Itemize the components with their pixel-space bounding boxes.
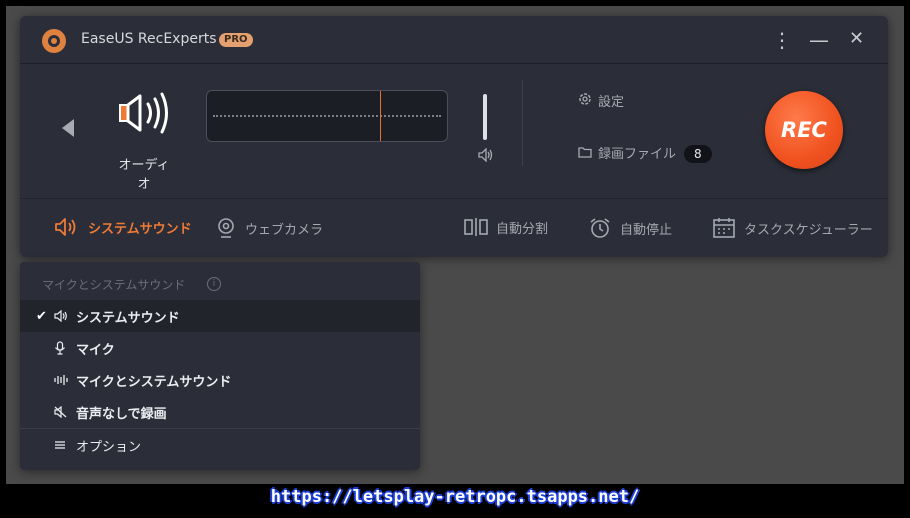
auto-split-label: 自動分割 xyxy=(496,221,549,237)
folder-icon xyxy=(578,146,598,162)
dropdown-item-label: オプション xyxy=(76,439,142,455)
gear-icon xyxy=(578,92,598,110)
system-sound-label: システムサウンド xyxy=(88,221,192,237)
waveform-line xyxy=(213,115,441,117)
calendar-icon xyxy=(713,218,735,238)
volume-icon xyxy=(477,147,495,166)
close-button[interactable]: ✕ xyxy=(849,28,864,49)
watermark-url: https://letsplay-retropc.tsapps.net/ xyxy=(270,487,640,507)
app-title: EaseUS RecExperts xyxy=(81,31,217,47)
dropdown-item-microphone[interactable]: マイク xyxy=(20,332,420,364)
dropdown-item-label: 音声なしで録画 xyxy=(76,406,167,422)
dropdown-item-system-sound[interactable]: ✔ システムサウンド xyxy=(20,300,420,332)
recordings-link[interactable]: 録画ファイル 8 xyxy=(578,143,712,163)
audio-waveform xyxy=(206,90,448,142)
system-sound-button[interactable]: システムサウンド xyxy=(54,217,192,237)
rec-button[interactable]: REC xyxy=(765,91,843,169)
webcam-button[interactable]: ウェブカメラ xyxy=(215,217,323,239)
dropdown-item-label: マイク xyxy=(76,342,115,358)
alarm-clock-icon xyxy=(590,218,610,238)
recordings-label: 録画ファイル xyxy=(598,147,677,162)
title-divider xyxy=(20,63,888,64)
waveform-playhead xyxy=(380,91,381,141)
audio-source-dropdown: マイクとシステムサウンド i ✔ システムサウンド マイク マイクとシステムサウ… xyxy=(20,262,420,470)
recordings-count-badge: 8 xyxy=(684,145,712,163)
task-scheduler-button[interactable]: タスクスケジューラー xyxy=(712,217,873,239)
bottom-toolbar: システムサウンド ウェブカメラ 自動分割 自動停止 タスクスケジューラー xyxy=(20,198,888,257)
dropdown-item-label: システムサウンド xyxy=(76,310,180,326)
dropdown-item-no-audio[interactable]: 音声なしで録画 xyxy=(20,396,420,428)
volume-slider[interactable] xyxy=(483,94,487,140)
dropdown-header: マイクとシステムサウンド xyxy=(42,278,186,292)
split-icon xyxy=(464,218,488,236)
source-label: オーディオ xyxy=(118,158,170,192)
task-scheduler-label: タスクスケジューラー xyxy=(744,222,873,238)
pro-badge: PRO xyxy=(219,33,253,47)
easeus-logo-icon xyxy=(42,29,66,53)
settings-link[interactable]: 設定 xyxy=(578,91,624,110)
audio-wave-icon xyxy=(54,374,76,386)
speaker-icon xyxy=(54,310,76,322)
mute-icon xyxy=(54,406,76,418)
speaker-icon xyxy=(116,90,172,140)
title-bar: EaseUS RecExperts PRO ⋮ — ✕ xyxy=(20,16,888,64)
options-icon xyxy=(54,440,76,450)
minimize-button[interactable]: — xyxy=(809,28,829,52)
auto-split-button[interactable]: 自動分割 xyxy=(464,217,548,237)
info-icon[interactable]: i xyxy=(207,277,221,291)
dropdown-item-options[interactable]: オプション xyxy=(20,429,420,461)
auto-stop-button[interactable]: 自動停止 xyxy=(588,217,672,239)
dropdown-item-mic-and-system[interactable]: マイクとシステムサウンド xyxy=(20,364,420,396)
microphone-icon xyxy=(54,341,76,355)
previous-source-button[interactable] xyxy=(62,119,74,137)
more-options-button[interactable]: ⋮ xyxy=(772,28,792,52)
webcam-icon xyxy=(218,218,234,238)
auto-stop-label: 自動停止 xyxy=(620,222,673,238)
checkmark-icon: ✔ xyxy=(36,308,47,324)
app-window: EaseUS RecExperts PRO ⋮ — ✕ オーディオ 設定 録画フ… xyxy=(20,16,888,257)
webcam-label: ウェブカメラ xyxy=(245,222,324,238)
section-divider xyxy=(522,80,523,166)
settings-label: 設定 xyxy=(598,95,625,110)
dropdown-item-label: マイクとシステムサウンド xyxy=(76,374,232,390)
speaker-icon xyxy=(55,218,76,236)
